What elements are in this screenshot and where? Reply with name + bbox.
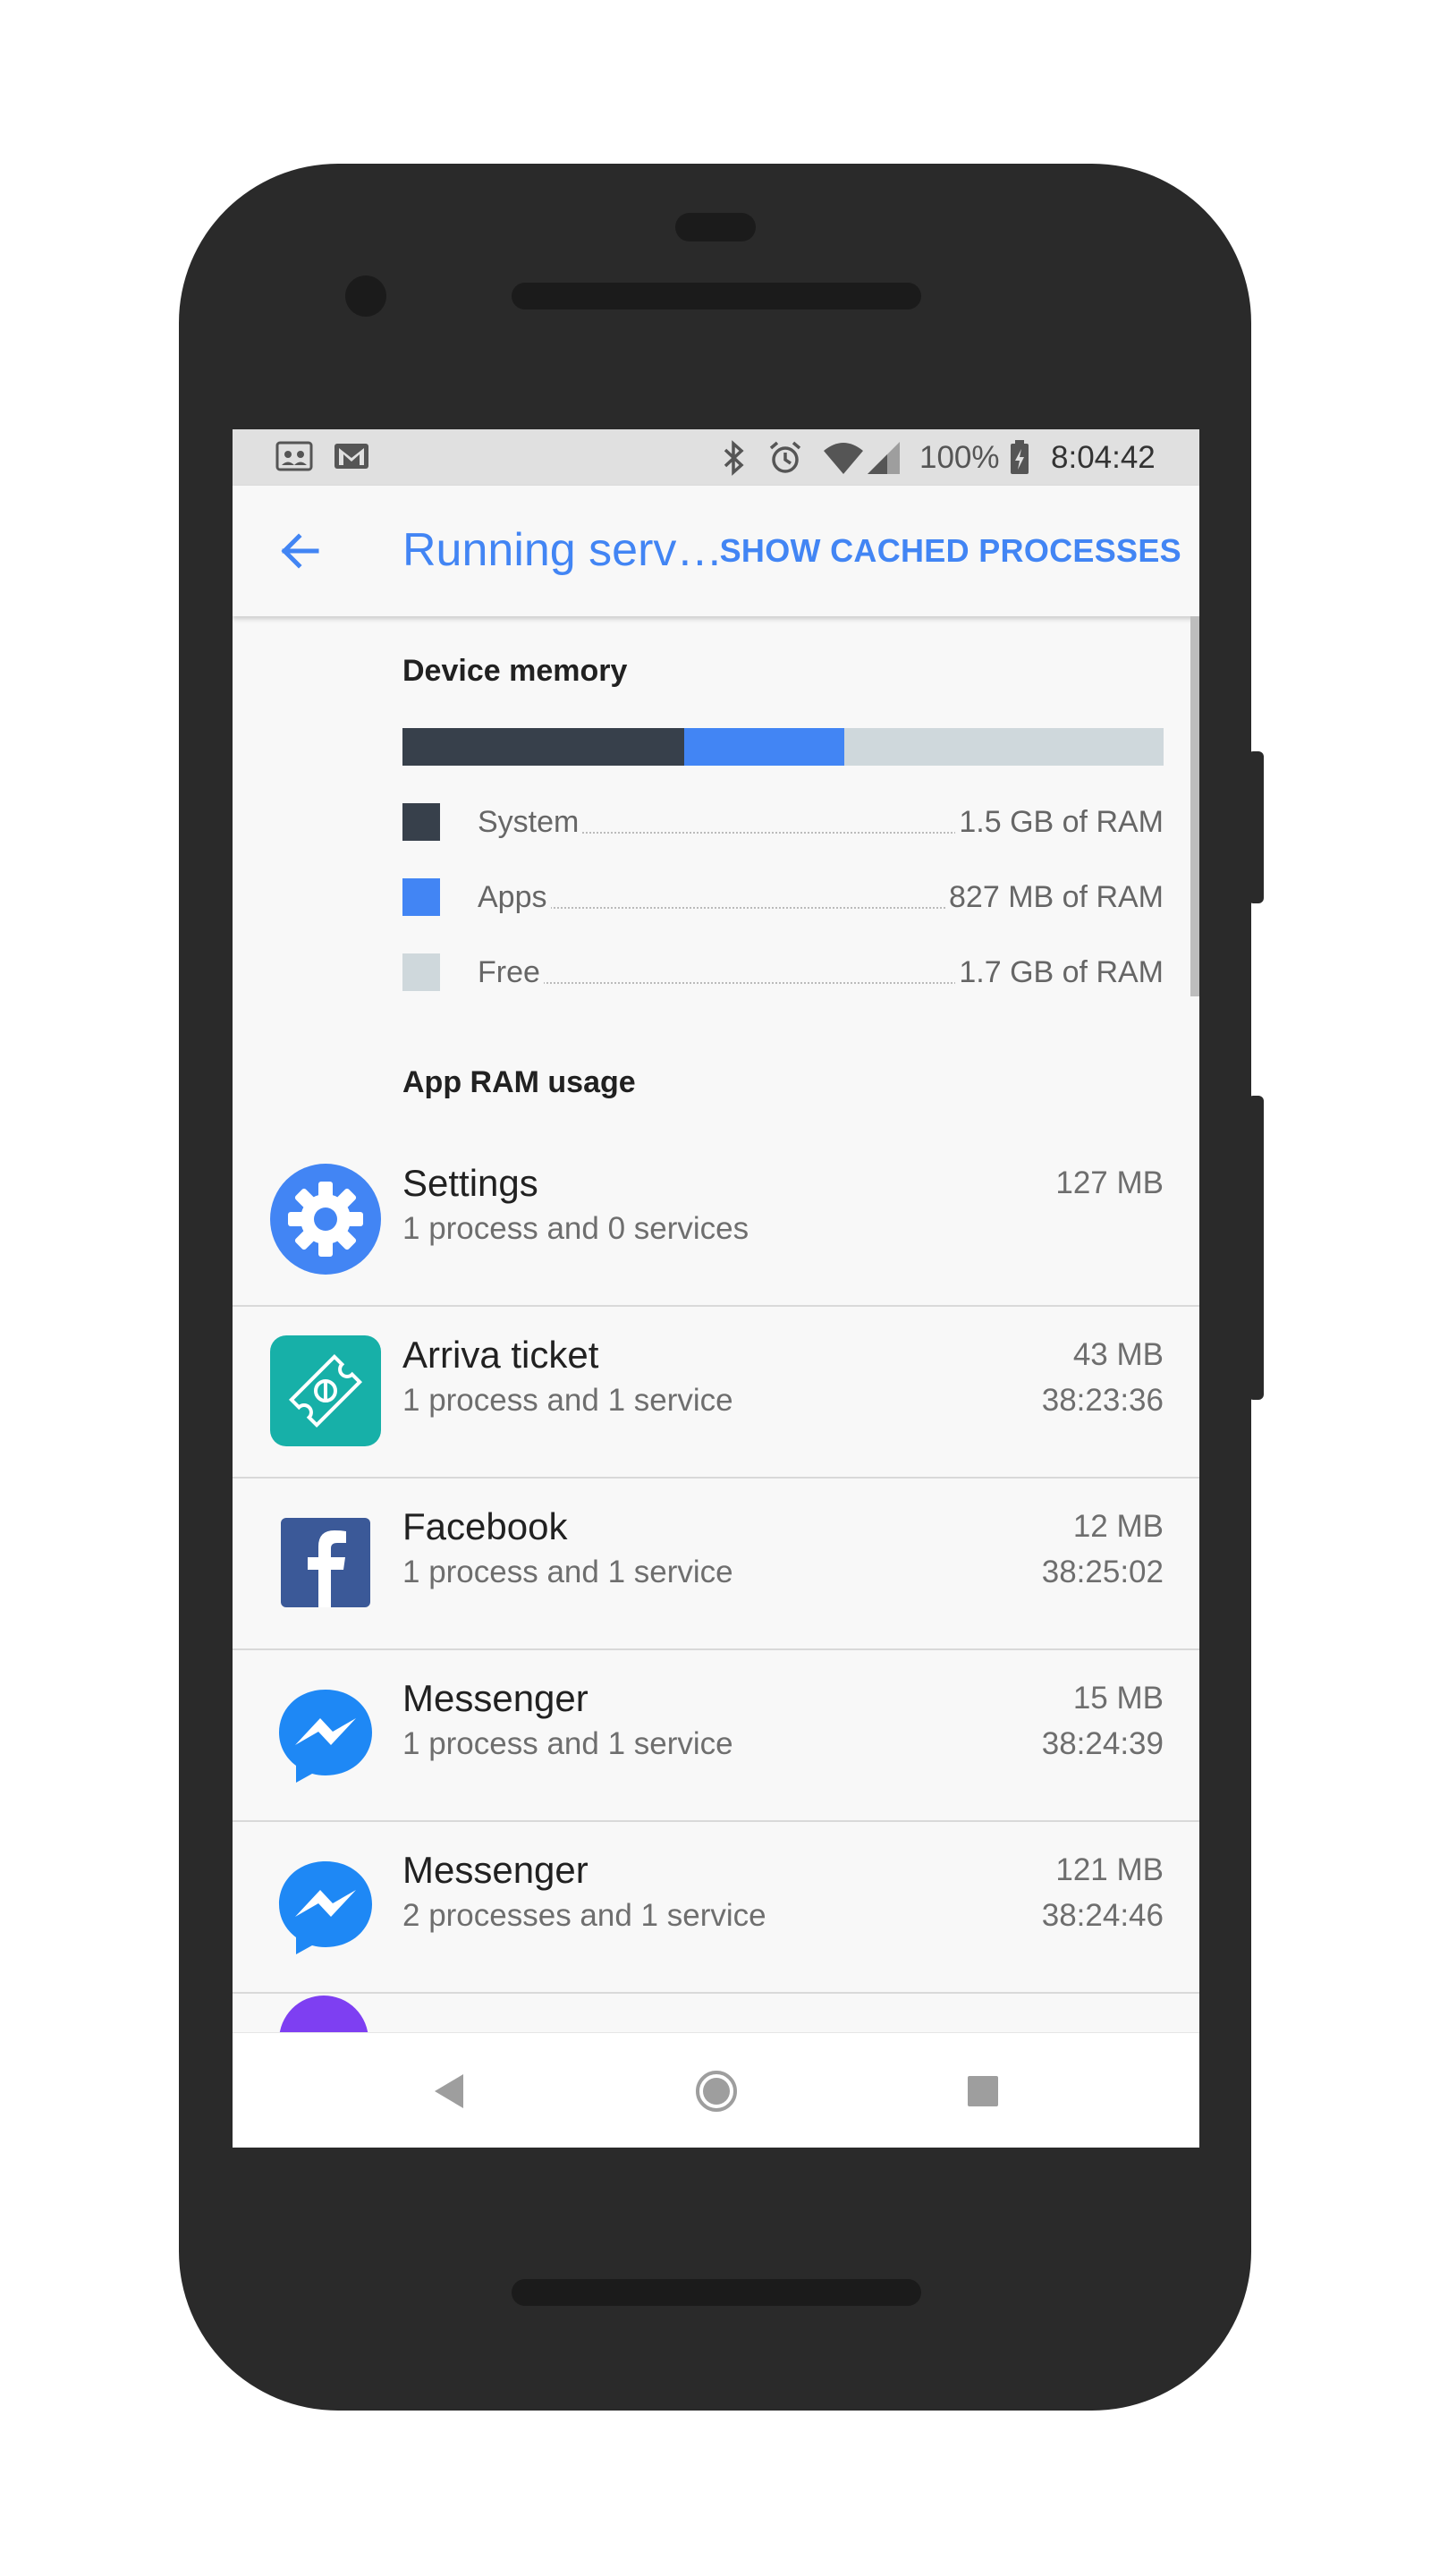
battery-percentage: 100%	[919, 440, 1000, 475]
app-running-time: 38:23:36	[1041, 1383, 1164, 1418]
device-memory-heading: Device memory	[402, 654, 628, 688]
legend-value: 827 MB of RAM	[945, 880, 1164, 915]
app-process-info: 1 process and 1 service	[402, 1383, 733, 1418]
apps-swatch	[402, 878, 440, 916]
status-bar: 100% 8:04:42	[233, 429, 1199, 486]
front-camera	[345, 275, 386, 317]
facebook-icon	[268, 1505, 383, 1620]
legend-value: 1.7 GB of RAM	[955, 955, 1164, 990]
free-swatch	[402, 953, 440, 991]
clock: 8:04:42	[1051, 440, 1156, 475]
app-row-messenger[interactable]: Messenger 1 process and 1 service 15 MB …	[233, 1648, 1199, 1822]
memory-usage-bar	[402, 728, 1164, 766]
app-memory-size: 12 MB	[1072, 1509, 1164, 1544]
back-arrow-icon[interactable]	[275, 526, 326, 576]
arriva-ticket-icon	[268, 1334, 383, 1448]
app-ram-usage-heading: App RAM usage	[402, 1065, 636, 1099]
legend-row-system: System 1.5 GB of RAM	[402, 800, 1164, 844]
memory-bar-segment-apps	[683, 728, 844, 766]
legend-label: Free	[478, 955, 544, 990]
legend-row-apps: Apps 827 MB of RAM	[402, 875, 1164, 919]
app-row-messenger[interactable]: Messenger 2 processes and 1 service 121 …	[233, 1820, 1199, 1994]
app-row-settings[interactable]: Settings 1 process and 0 services 127 MB	[233, 1133, 1199, 1307]
system-swatch	[402, 803, 440, 841]
messenger-icon	[268, 1849, 383, 1963]
app-process-info: 1 process and 0 services	[402, 1211, 749, 1246]
app-row-arriva-ticket[interactable]: Arriva ticket 1 process and 1 service 43…	[233, 1305, 1199, 1479]
cell-signal-icon	[866, 440, 902, 480]
memory-bar-segment-system	[402, 728, 684, 766]
power-button	[1248, 751, 1264, 903]
legend-label: System	[478, 805, 583, 840]
app-name: Settings	[402, 1162, 538, 1204]
app-row-partial[interactable]	[279, 1996, 368, 2032]
screen: 100% 8:04:42 Running serv… SHOW CACHED P…	[233, 429, 1199, 2148]
wifi-icon	[823, 440, 864, 480]
bluetooth-icon	[723, 440, 746, 480]
volume-button	[1248, 1096, 1264, 1400]
app-running-time: 38:25:02	[1041, 1555, 1164, 1589]
app-running-time: 38:24:46	[1041, 1898, 1164, 1933]
app-process-info: 2 processes and 1 service	[402, 1898, 766, 1933]
app-memory-size: 121 MB	[1055, 1852, 1164, 1887]
content-scroll-area[interactable]: Device memory System 1.5 GB of RAM Apps …	[233, 616, 1199, 2032]
back-icon[interactable]	[431, 2072, 467, 2114]
settings-icon	[268, 1162, 383, 1276]
gmail-notification-icon	[333, 440, 370, 477]
app-row-facebook[interactable]: Facebook 1 process and 1 service 12 MB 3…	[233, 1477, 1199, 1650]
scrollbar[interactable]	[1190, 616, 1199, 996]
memory-bar-segment-free	[843, 728, 1164, 766]
app-bar: Running serv… SHOW CACHED PROCESSES	[233, 486, 1199, 616]
app-process-info: 1 process and 1 service	[402, 1555, 733, 1589]
app-name: Messenger	[402, 1849, 588, 1891]
speaker-grille-top	[512, 283, 921, 309]
messenger-icon	[268, 1677, 383, 1792]
app-name: Facebook	[402, 1505, 568, 1547]
legend-label: Apps	[478, 880, 551, 915]
show-cached-processes-button[interactable]: SHOW CACHED PROCESSES	[720, 532, 1181, 570]
app-running-time: 38:24:39	[1041, 1726, 1164, 1761]
legend-row-free: Free 1.7 GB of RAM	[402, 950, 1164, 995]
battery-charging-icon	[1009, 440, 1030, 480]
app-name: Messenger	[402, 1677, 588, 1719]
earpiece-top	[675, 213, 756, 242]
alarm-icon	[767, 440, 803, 480]
app-memory-size: 15 MB	[1072, 1681, 1164, 1716]
legend-value: 1.5 GB of RAM	[955, 805, 1164, 840]
recents-icon[interactable]	[967, 2075, 999, 2112]
app-memory-size: 127 MB	[1055, 1165, 1164, 1200]
navigation-bar	[233, 2032, 1199, 2148]
app-memory-size: 43 MB	[1072, 1337, 1164, 1372]
home-icon[interactable]	[695, 2070, 738, 2117]
app-name: Arriva ticket	[402, 1334, 599, 1376]
page-title: Running serv…	[402, 524, 724, 576]
app-process-info: 1 process and 1 service	[402, 1726, 733, 1761]
speaker-grille-bottom	[512, 2279, 921, 2306]
photos-notification-icon	[275, 440, 313, 477]
